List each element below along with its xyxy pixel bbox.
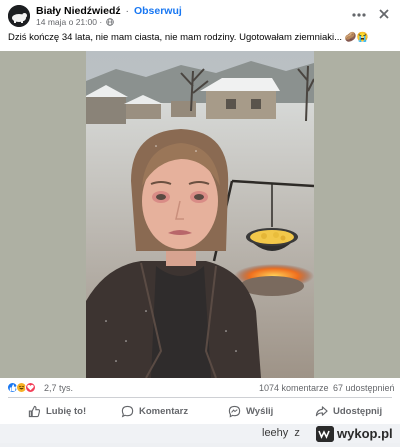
post-card: Biały Niedźwiedź · Obserwuj 14 maja o 21… — [0, 0, 400, 424]
follow-button[interactable]: Obserwuj — [134, 5, 182, 17]
comment-icon — [121, 405, 134, 418]
post-caption: Dziś kończę 34 lata, nie mam ciasta, nie… — [8, 32, 369, 43]
bear-logo-icon — [8, 5, 30, 27]
comments-count[interactable]: 1074 komentarze — [259, 383, 329, 393]
comment-label: Komentarz — [139, 405, 189, 417]
comment-button[interactable]: Komentarz — [121, 400, 188, 422]
divider — [8, 397, 392, 398]
messenger-icon — [228, 405, 241, 418]
separator-dot: · — [125, 5, 130, 17]
watermark-site: wykop.pl — [337, 426, 393, 441]
love-icon — [25, 382, 36, 393]
share-button[interactable]: Udostępnij — [315, 400, 382, 422]
wykop-watermark: wykop.pl — [316, 425, 400, 443]
like-button[interactable]: Lubię to! — [28, 400, 86, 422]
watermark-bar: leehy z wykop.pl — [0, 424, 400, 443]
avatar[interactable] — [8, 5, 30, 27]
thumbs-up-icon — [28, 405, 41, 417]
meta-separator: · — [99, 17, 103, 27]
post-header: Biały Niedźwiedź · Obserwuj 14 maja o 21… — [0, 0, 400, 30]
author-line: Biały Niedźwiedź · Obserwuj — [36, 5, 182, 17]
send-button[interactable]: Wyślij — [228, 400, 273, 422]
send-label: Wyślij — [246, 405, 274, 417]
reactions-count[interactable]: 2,7 tys. — [44, 383, 73, 393]
post-meta: 14 maja o 21:00 · — [36, 17, 114, 27]
share-label: Udostępnij — [333, 405, 383, 417]
photo-frame[interactable] — [0, 51, 400, 378]
post-timestamp[interactable]: 14 maja o 21:00 — [36, 17, 97, 27]
photo-illustration — [86, 51, 314, 378]
watermark-user: leehy z — [262, 427, 300, 439]
share-arrow-icon — [315, 405, 328, 416]
wykop-logo-icon — [316, 426, 334, 442]
action-bar: Lubię to! Komentarz Wyślij Udostępnij — [0, 400, 400, 422]
post-stats: 2,7 tys. 1074 komentarze 67 udostępnień — [0, 380, 400, 396]
like-label: Lubię to! — [46, 405, 87, 417]
post-photo[interactable] — [86, 51, 314, 378]
author-name[interactable]: Biały Niedźwiedź — [36, 5, 121, 17]
shares-count[interactable]: 67 udostępnień — [333, 383, 395, 393]
close-icon[interactable] — [376, 6, 392, 22]
more-options-icon[interactable] — [350, 8, 368, 22]
globe-icon — [105, 18, 114, 26]
